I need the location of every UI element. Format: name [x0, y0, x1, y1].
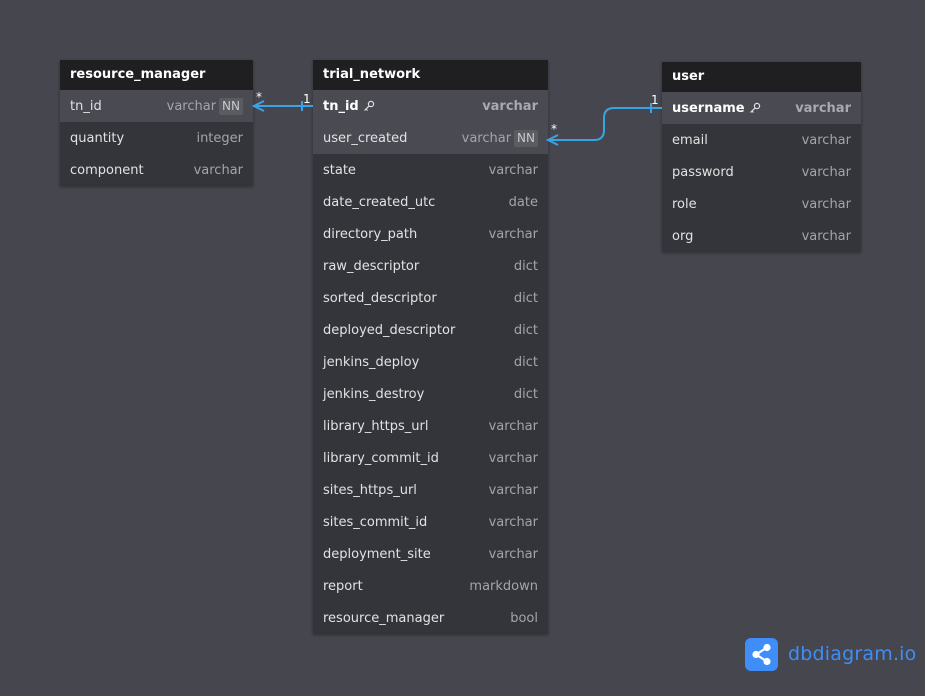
relations-layer: * 1 * 1: [251, 90, 662, 146]
brand-logo[interactable]: dbdiagram.io: [745, 637, 916, 671]
diagram-canvas[interactable]: resource_manager tn_id varchar NN quanti…: [0, 0, 925, 696]
cardinality-one: 1: [651, 93, 659, 107]
cardinality-many: *: [551, 122, 557, 136]
relation-tn-id[interactable]: * 1: [251, 90, 313, 112]
brand-name: dbdiagram.io: [788, 643, 916, 665]
cardinality-one: 1: [303, 92, 311, 106]
brand-name-suffix: .io: [892, 643, 917, 665]
relation-user-created[interactable]: * 1: [545, 93, 662, 146]
brand-name-main: dbdiagram: [788, 643, 893, 665]
cardinality-many: *: [256, 90, 262, 104]
share-icon: [745, 637, 778, 671]
